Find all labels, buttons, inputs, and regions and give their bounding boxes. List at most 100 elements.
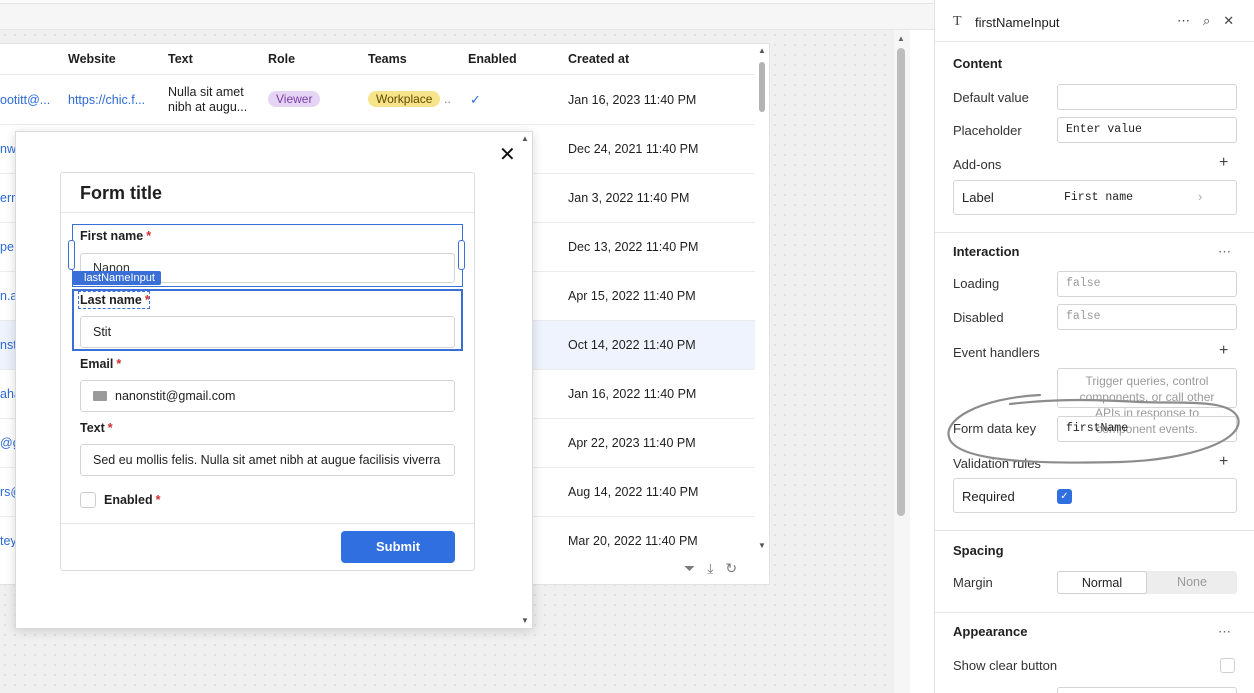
section-divider (935, 612, 1254, 613)
last-name-label: Last name * (80, 293, 150, 307)
close-icon[interactable]: ✕ (499, 142, 516, 167)
label-addon-value: First name (1064, 191, 1134, 204)
add-addon-plus-icon[interactable]: + (1219, 154, 1228, 172)
table-scroll-down-icon[interactable]: ▼ (758, 541, 766, 550)
margin-option-normal[interactable]: Normal (1057, 571, 1147, 594)
modal-scroll-down-icon[interactable]: ▼ (521, 616, 529, 625)
placeholder-input[interactable]: Enter value (1057, 117, 1237, 143)
column-header-website[interactable]: Website (68, 52, 116, 66)
label-addon-card[interactable]: Label First name › (953, 180, 1237, 215)
cell-created-at: Jan 16, 2022 11:40 PM (568, 387, 697, 401)
required-checkbox[interactable]: ✓ (1057, 489, 1072, 504)
show-clear-button-checkbox[interactable] (1220, 658, 1235, 673)
next-field-input[interactable] (1057, 687, 1237, 693)
refresh-icon[interactable]: ↻ (725, 560, 737, 577)
margin-option-none[interactable]: None (1147, 571, 1237, 594)
table-row[interactable]: ootitt@... https://chic.f... Nulla sit a… (0, 76, 755, 125)
section-divider (935, 232, 1254, 233)
event-handlers-label: Event handlers (953, 345, 1040, 360)
form-data-key-label: Form data key (953, 421, 1037, 436)
margin-segmented-control: Normal None (1057, 571, 1237, 594)
event-handlers-empty-state: Trigger queries, control components, or … (1057, 368, 1237, 436)
table-header: Website Text Role Teams Enabled Created … (0, 44, 755, 75)
default-value-input[interactable] (1057, 84, 1237, 110)
column-header-enabled[interactable]: Enabled (468, 52, 517, 66)
table-scroll-up-icon[interactable]: ▲ (758, 46, 766, 55)
section-content-title[interactable]: Content (953, 56, 1002, 71)
column-header-text[interactable]: Text (168, 52, 193, 66)
scroll-up-arrow-icon[interactable]: ▲ (897, 34, 905, 43)
email-value: nanonstit@gmail.com (115, 389, 236, 403)
table-scrollbar[interactable]: ▲ ▼ (757, 46, 767, 550)
disabled-input[interactable]: false (1057, 304, 1237, 330)
cell-created-at: Jan 3, 2022 11:40 PM (568, 191, 690, 205)
cell-created-at: Apr 15, 2022 11:40 PM (568, 289, 696, 303)
first-name-label: First name * (80, 229, 152, 243)
more-options-icon[interactable]: ⋯ (1177, 13, 1190, 29)
disabled-label: Disabled (953, 310, 1004, 325)
component-name-tag: lastNameInput (72, 271, 161, 285)
loading-input[interactable]: false (1057, 271, 1237, 297)
required-rule-card: Required ✓ (953, 478, 1237, 513)
mail-icon (93, 391, 107, 401)
inspector-panel: T firstNameInput ⋯ ⌕ ✕ Content Default v… (934, 0, 1254, 693)
cell-created-at: Dec 13, 2022 11:40 PM (568, 240, 699, 254)
form-header-divider (61, 212, 474, 213)
resize-handle-right[interactable] (458, 240, 465, 270)
section-interaction-title[interactable]: Interaction (953, 244, 1019, 259)
cell-created-at: Oct 14, 2022 11:40 PM (568, 338, 696, 352)
email-label: Email * (80, 357, 122, 371)
cell-website[interactable]: https://chic.f... (68, 93, 154, 107)
cell-email[interactable]: pe (0, 240, 14, 254)
cell-email[interactable]: ootitt@... (0, 93, 52, 107)
cell-created-at: Aug 14, 2022 11:40 PM (568, 485, 699, 499)
cell-email[interactable]: err (0, 191, 15, 205)
required-label: Required (962, 489, 1015, 504)
component-name[interactable]: firstNameInput (975, 15, 1060, 30)
form-container: Form title First name * Nanon lastNameInp… (60, 172, 475, 571)
column-header-created-at[interactable]: Created at (568, 52, 629, 66)
cell-created-at: Jan 16, 2023 11:40 PM (568, 93, 697, 107)
table-toolbar: ⏷ ⤓ ↻ (684, 560, 737, 577)
validation-rules-label: Validation rules (953, 456, 1041, 471)
header-tools: ⋯ ⌕ ✕ (1177, 13, 1234, 29)
text-label: Text * (80, 421, 113, 435)
column-header-teams[interactable]: Teams (368, 52, 407, 66)
cell-created-at: Apr 22, 2023 11:40 PM (568, 436, 696, 450)
column-header-role[interactable]: Role (268, 52, 295, 66)
submit-button[interactable]: Submit (341, 531, 455, 563)
search-icon[interactable]: ⌕ (1203, 13, 1210, 29)
text-input[interactable]: Sed eu mollis felis. Nulla sit amet nibh… (80, 444, 455, 476)
text-input-type-icon: T (953, 14, 962, 29)
filter-icon[interactable]: ⏷ (684, 560, 695, 577)
addons-label: Add-ons (953, 157, 1002, 172)
canvas-scrollbar[interactable]: ▲ (894, 30, 910, 693)
enabled-label: Enabled * (104, 493, 161, 507)
form-title: Form title (80, 183, 163, 203)
enabled-check-icon: ✓ (470, 92, 481, 107)
canvas-scroll-thumb[interactable] (897, 48, 905, 516)
resize-handle-left[interactable] (68, 240, 75, 270)
download-icon[interactable]: ⤓ (707, 560, 713, 577)
close-panel-icon[interactable]: ✕ (1223, 13, 1234, 29)
last-name-input[interactable]: Stit (80, 316, 455, 348)
table-scroll-thumb[interactable] (759, 62, 765, 112)
section-divider (935, 530, 1254, 531)
add-validation-rule-plus-icon[interactable]: + (1219, 453, 1228, 471)
add-event-handler-plus-icon[interactable]: + (1219, 342, 1228, 360)
label-addon-name: Label (962, 190, 994, 205)
margin-label: Margin (953, 575, 993, 590)
form-data-key-input[interactable]: firstName (1057, 416, 1237, 442)
email-input[interactable]: nanonstit@gmail.com (80, 380, 455, 412)
cell-text: Nulla sit amet nibh at augu... (168, 85, 248, 114)
section-appearance-title[interactable]: Appearance (953, 624, 1027, 639)
default-value-label: Default value (953, 90, 1029, 105)
enabled-checkbox[interactable] (80, 492, 96, 508)
canvas-header (0, 4, 934, 30)
section-spacing-title[interactable]: Spacing (953, 543, 1004, 558)
loading-label: Loading (953, 276, 1000, 291)
cell-email[interactable]: nw (0, 142, 16, 156)
modal-scroll-up-icon[interactable]: ▲ (521, 134, 529, 143)
interaction-more-icon[interactable]: ⋯ (1218, 244, 1231, 260)
appearance-more-icon[interactable]: ⋯ (1218, 624, 1231, 640)
